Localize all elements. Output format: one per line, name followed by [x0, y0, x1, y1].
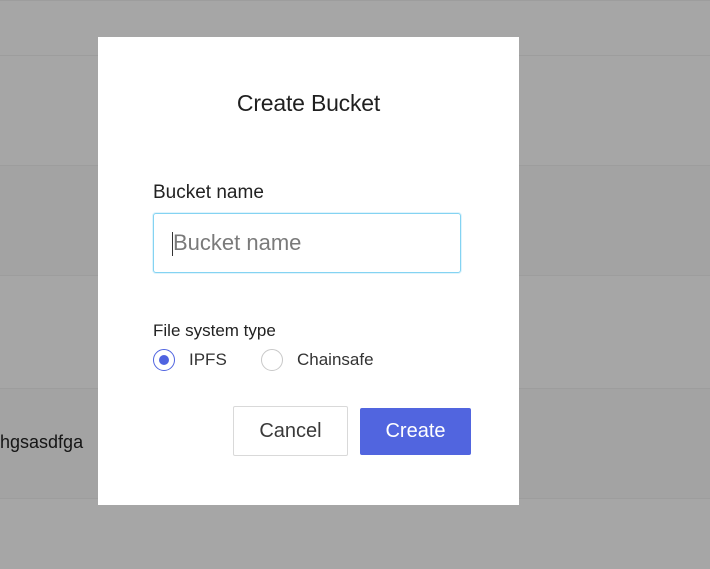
create-bucket-modal: Create Bucket Bucket name File system ty… [98, 37, 519, 505]
radio-label-chainsafe: Chainsafe [297, 350, 374, 369]
radio-label-ipfs: IPFS [189, 350, 227, 369]
modal-title: Create Bucket [236, 90, 381, 116]
text-caret [172, 232, 173, 256]
bucket-name-input[interactable] [153, 213, 461, 273]
file-system-type-label: File system type [153, 321, 276, 340]
radio-button-ipfs[interactable] [153, 349, 175, 371]
create-button[interactable]: Create [360, 408, 471, 455]
bucket-name-label: Bucket name [153, 182, 264, 203]
radio-button-chainsafe[interactable] [261, 349, 283, 371]
radio-option-chainsafe[interactable]: Chainsafe [261, 348, 374, 372]
radio-option-ipfs[interactable]: IPFS [153, 348, 227, 372]
cancel-button[interactable]: Cancel [233, 406, 348, 456]
